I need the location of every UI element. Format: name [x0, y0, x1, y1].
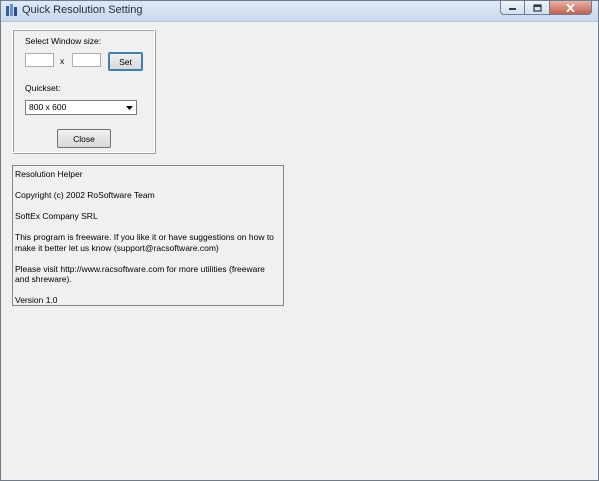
maximize-icon: [532, 3, 542, 12]
minimize-icon: [509, 8, 516, 10]
quickset-label: Quickset:: [25, 83, 61, 93]
height-input[interactable]: [72, 53, 101, 67]
about-line: This program is freeware. If you like it…: [15, 232, 274, 253]
quickset-value: 800 x 600: [29, 102, 67, 112]
set-button[interactable]: Set: [108, 52, 143, 71]
about-line: Resolution Helper: [15, 169, 83, 179]
chevron-down-icon[interactable]: [124, 102, 135, 113]
maximize-button[interactable]: [525, 1, 550, 15]
window-size-label: Select Window size:: [25, 36, 102, 46]
about-line: SoftEx Company SRL: [15, 211, 98, 221]
times-label: x: [60, 56, 65, 66]
title-bar[interactable]: Quick Resolution Setting: [1, 1, 598, 22]
about-line: Copyright (c) 2002 RoSoftware Team: [15, 190, 155, 200]
about-text-box[interactable]: Resolution Helper Copyright (c) 2002 RoS…: [12, 165, 284, 306]
caption-buttons: [500, 1, 592, 16]
app-window: Quick Resolution Setting Select Window s…: [0, 0, 599, 481]
client-area: Select Window size: x Set Quickset: 800 …: [1, 22, 598, 480]
close-button[interactable]: Close: [57, 129, 111, 148]
quickset-select[interactable]: 800 x 600: [25, 100, 137, 115]
about-line: Version 1.0: [15, 295, 58, 305]
app-icon: [6, 4, 17, 16]
close-icon: [566, 3, 575, 12]
settings-panel: Select Window size: x Set Quickset: 800 …: [12, 29, 156, 154]
width-input[interactable]: [25, 53, 54, 67]
window-title: Quick Resolution Setting: [22, 4, 143, 16]
about-line: Please visit http://www.racsoftware.com …: [15, 263, 265, 285]
minimize-button[interactable]: [500, 1, 525, 15]
close-window-button[interactable]: [550, 1, 592, 15]
